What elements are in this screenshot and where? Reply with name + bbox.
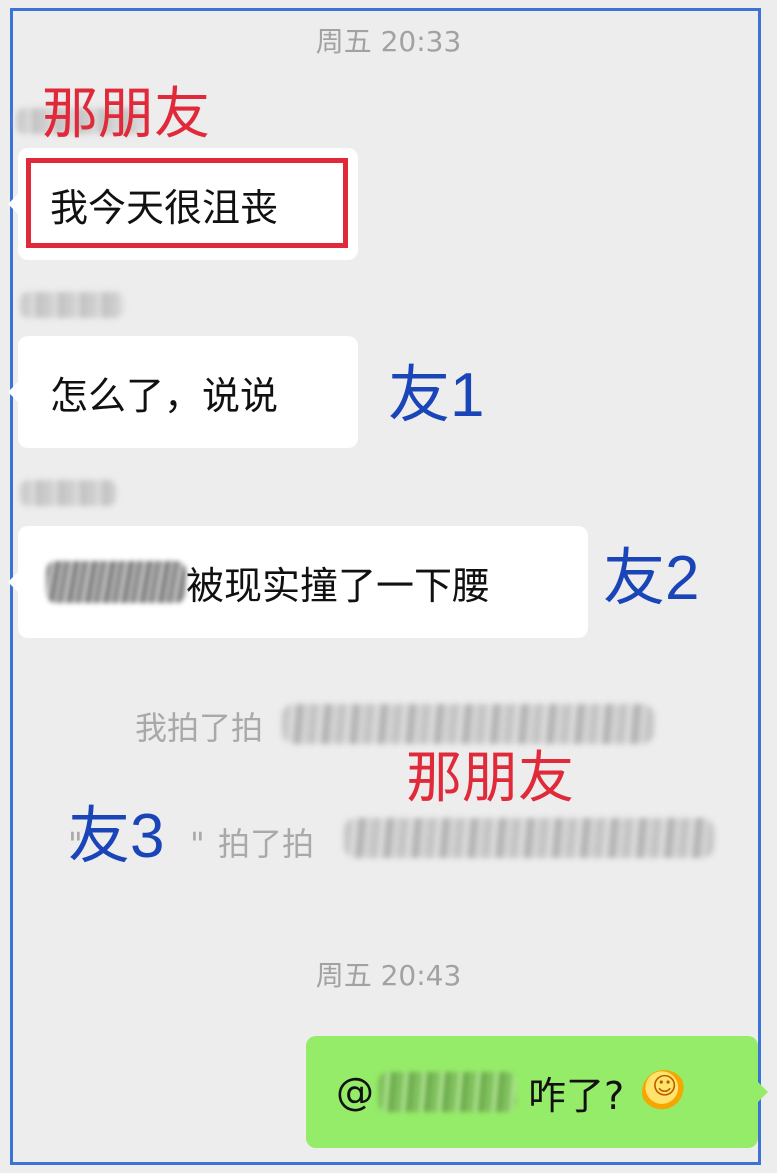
blurred-mention-name bbox=[378, 1072, 516, 1112]
blurred-name bbox=[46, 561, 186, 603]
message-text: 咋了? bbox=[528, 1073, 625, 1118]
timestamp: 周五 20:33 bbox=[315, 25, 462, 58]
sun-emoji-icon bbox=[642, 1070, 687, 1114]
sender-name-blurred bbox=[20, 480, 116, 506]
message-text: 被现实撞了一下腰 bbox=[186, 563, 491, 608]
mention-at: @ bbox=[336, 1070, 374, 1114]
sender-name-blurred bbox=[20, 292, 124, 318]
message-bubble[interactable]: 被现实撞了一下腰 bbox=[8, 526, 588, 638]
pat-notice: 我拍了拍 bbox=[135, 709, 264, 747]
annotation-friend-3: 友3 bbox=[68, 802, 165, 871]
annotation-that-friend: 那朋友 bbox=[42, 82, 210, 145]
annotation-friend-1: 友1 bbox=[388, 361, 485, 430]
annotation-that-friend: 那朋友 bbox=[406, 746, 574, 809]
highlight-box bbox=[26, 158, 348, 248]
quote-close: " bbox=[190, 825, 205, 863]
timestamp: 周五 20:43 bbox=[315, 959, 462, 992]
message-bubble[interactable]: 怎么了，说说 bbox=[8, 336, 358, 448]
message-text: 怎么了，说说 bbox=[50, 373, 279, 418]
blurred-name bbox=[282, 704, 654, 744]
pat-notice: 拍了拍 bbox=[218, 825, 315, 863]
blurred-name bbox=[344, 818, 714, 858]
annotation-friend-2: 友2 bbox=[603, 544, 700, 613]
outgoing-message-bubble[interactable]: @ 咋了? bbox=[306, 1036, 768, 1148]
